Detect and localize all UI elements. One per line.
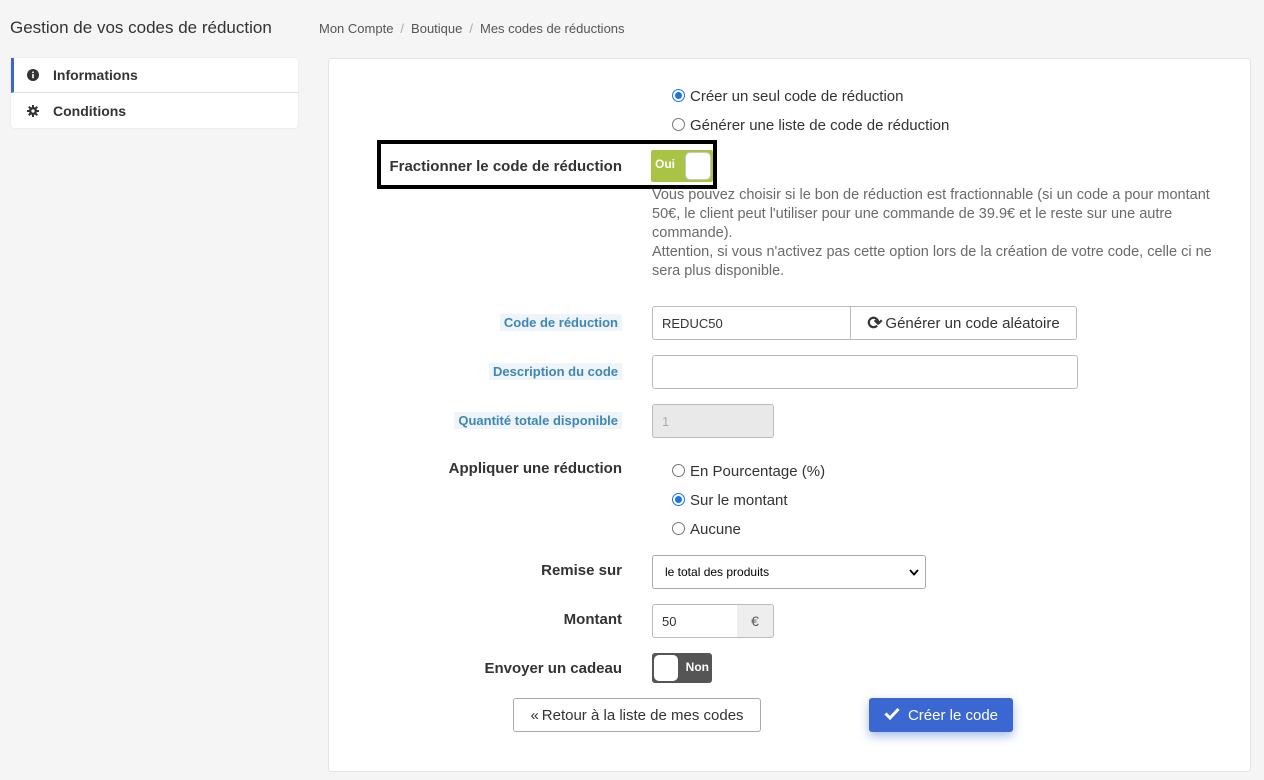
remise-label: Remise sur [541,562,622,579]
breadcrumb-item-account[interactable]: Mon Compte [319,21,393,36]
toggle-text: Oui [655,157,675,171]
breadcrumb-item-shop[interactable]: Boutique [411,21,462,36]
radio-button[interactable] [672,464,685,477]
description-label: Description du code [489,363,622,380]
sidebar-item-label: Conditions [53,102,127,119]
discount-label: Appliquer une réduction [448,460,622,477]
chevron-down-icon [909,565,919,579]
split-toggle[interactable]: Oui [651,150,713,182]
code-label: Code de réduction [499,314,622,331]
amount-label: Montant [563,611,622,628]
radio-button-checked[interactable] [672,89,685,102]
sidebar-item-label: Informations [53,67,138,83]
info-circle-icon [27,69,39,81]
sidebar: Informations Conditions [11,58,298,128]
quantity-label-wrap: Quantité totale disponible [362,412,622,430]
radio-none[interactable]: Aucune [672,521,741,538]
description-label-wrap: Description du code [362,363,622,381]
sidebar-item-informations[interactable]: Informations [11,58,298,93]
gift-label: Envoyer un cadeau [484,660,622,677]
remise-select[interactable]: le total des produits [652,555,926,589]
radio-single-code[interactable]: Créer un seul code de réduction [672,88,903,105]
refresh-icon: ⟳ [867,312,883,333]
create-code-button[interactable]: Créer le code [869,698,1013,732]
split-label: Fractionner le code de réduction [389,158,622,175]
double-chevron-left-icon: « [530,706,539,724]
gear-icon [27,104,39,117]
breadcrumb-item-codes: Mes codes de réductions [480,21,625,36]
radio-button-checked[interactable] [672,493,685,506]
toggle-knob [685,152,711,180]
gift-toggle[interactable]: Non [652,653,712,683]
toggle-text: Non [685,660,709,674]
breadcrumb: Mon Compte / Boutique / Mes codes de réd… [319,21,625,36]
breadcrumb-separator: / [469,21,473,36]
radio-amount[interactable]: Sur le montant [672,492,788,509]
quantity-label: Quantité totale disponible [454,412,622,429]
amount-input[interactable]: 50 [652,604,738,638]
toggle-knob [654,655,678,681]
check-icon [884,707,900,724]
sidebar-item-conditions[interactable]: Conditions [11,93,298,128]
back-button[interactable]: « Retour à la liste de mes codes [513,698,761,732]
radio-button[interactable] [672,118,685,131]
breadcrumb-separator: / [400,21,405,36]
quantity-input: 1 [652,404,774,438]
code-label-wrap: Code de réduction [362,314,622,332]
split-help-text: Vous pouvez choisir si le bon de réducti… [652,187,1212,279]
page-title: Gestion de vos codes de réduction [10,18,272,37]
radio-code-list[interactable]: Générer une liste de code de réduction [672,117,949,134]
description-input[interactable] [652,355,1078,389]
generate-code-button[interactable]: ⟳ Générer un code aléatoire [850,306,1077,340]
radio-button[interactable] [672,522,685,535]
radio-percentage[interactable]: En Pourcentage (%) [672,463,825,480]
code-input[interactable]: REDUC50 [652,306,852,340]
currency-addon: € [737,604,774,638]
